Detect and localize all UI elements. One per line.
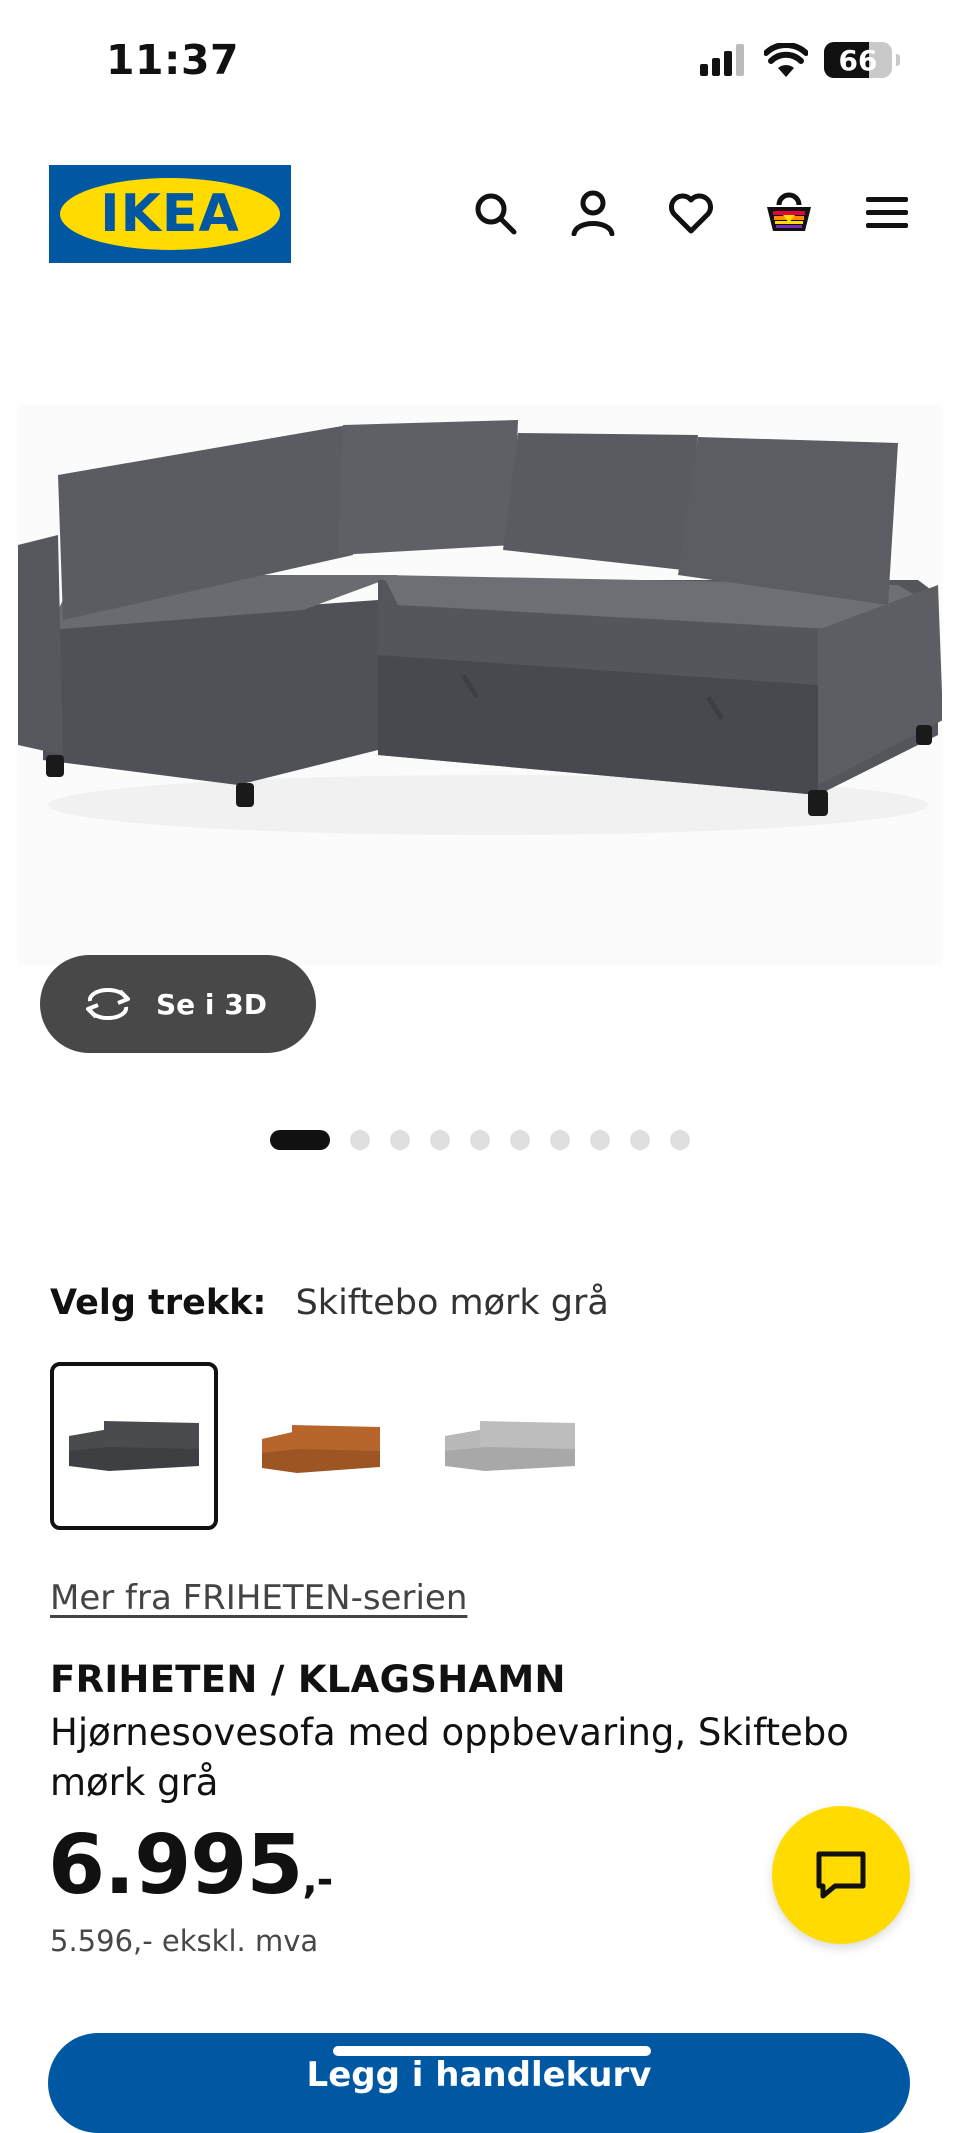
user-icon [571, 190, 615, 236]
search-icon [475, 193, 517, 235]
variant-swatches [50, 1362, 594, 1530]
sofa-thumbnail [262, 1425, 380, 1473]
gallery-pagination [0, 1130, 960, 1150]
product-price: 6.995,- [48, 1818, 333, 1913]
search-button[interactable] [462, 180, 528, 246]
status-bar: 11:37 66 [0, 0, 960, 120]
wifi-icon [764, 43, 808, 77]
gallery-dot[interactable] [470, 1130, 490, 1150]
swatch-light-grey[interactable] [426, 1362, 594, 1530]
product-image[interactable] [18, 405, 943, 965]
product-name: FRIHETEN / KLAGSHAMN [50, 1658, 566, 1701]
corner-sofa-image [18, 420, 943, 835]
series-link[interactable]: Mer fra FRIHETEN-serien [50, 1578, 467, 1618]
status-icons: 66 [700, 42, 900, 78]
variant-selector-heading: Velg trekk: Skiftebo mørk grå [50, 1283, 609, 1323]
swatch-dark-grey[interactable] [50, 1362, 218, 1530]
account-button[interactable] [560, 180, 626, 246]
battery-percent: 66 [838, 43, 878, 77]
swatch-orange[interactable] [238, 1362, 406, 1530]
menu-button[interactable] [854, 180, 920, 246]
rotate-3d-icon [86, 987, 130, 1021]
price-excl-vat: 5.596,- ekskl. mva [50, 1924, 319, 1958]
logo-text: IKEA [100, 184, 240, 244]
chat-icon [816, 1851, 866, 1899]
gallery-dot[interactable] [350, 1130, 370, 1150]
status-time: 11:37 [106, 36, 240, 84]
favourites-button[interactable] [658, 180, 724, 246]
gallery-dot[interactable] [670, 1130, 690, 1150]
sofa-thumbnail [445, 1421, 575, 1471]
signal-icon [700, 44, 744, 76]
basket-icon [767, 192, 811, 231]
sofa-thumbnail [69, 1421, 199, 1471]
price-value: 6.995 [48, 1818, 303, 1913]
gallery-dot[interactable] [510, 1130, 530, 1150]
variant-label: Velg trekk: [50, 1283, 267, 1323]
menu-icon [866, 197, 908, 228]
add-to-cart-label: Legg i handlekurv [306, 2055, 652, 2095]
battery-icon: 66 [824, 42, 892, 78]
gallery-dot[interactable] [390, 1130, 410, 1150]
heart-icon [669, 193, 713, 234]
ikea-logo[interactable]: IKEA [49, 165, 291, 263]
variant-selected-value: Skiftebo mørk grå [295, 1283, 609, 1323]
gallery-dot[interactable] [270, 1130, 330, 1150]
view-in-3d-button[interactable]: Se i 3D [40, 955, 316, 1053]
gallery-dot[interactable] [430, 1130, 450, 1150]
price-suffix: ,- [302, 1857, 333, 1903]
home-indicator[interactable] [333, 2046, 651, 2056]
gallery-dot[interactable] [630, 1130, 650, 1150]
view-in-3d-label: Se i 3D [156, 987, 267, 1021]
product-description: Hjørnesovesofa med oppbevaring, Skiftebo… [50, 1711, 849, 1804]
header-actions [462, 180, 920, 246]
cart-button[interactable] [756, 180, 822, 246]
gallery-dot[interactable] [550, 1130, 570, 1150]
chat-button[interactable] [772, 1806, 910, 1944]
gallery-dot[interactable] [590, 1130, 610, 1150]
